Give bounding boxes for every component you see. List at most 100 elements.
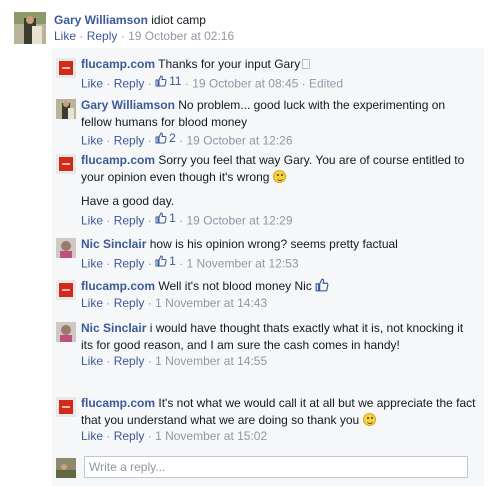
timestamp[interactable]: 1 November at 15:02 (155, 429, 267, 443)
reply-meta: Like · Reply · 2 · 19 October at 12:26 (81, 130, 477, 149)
reply-link[interactable]: Reply (114, 429, 145, 443)
reply-link[interactable]: Reply (114, 256, 145, 270)
timestamp[interactable]: 1 November at 14:43 (155, 296, 267, 310)
reply-link[interactable]: Reply (114, 213, 145, 227)
avatar[interactable] (56, 58, 76, 78)
edited-label[interactable]: Edited (309, 76, 343, 90)
avatar[interactable] (56, 280, 76, 300)
replies-section: flucamp.com Thanks for your input Gary L… (52, 48, 484, 486)
meta-separator: · (79, 29, 84, 43)
like-link[interactable]: Like (81, 256, 103, 270)
comment-author[interactable]: Gary Williamson (54, 13, 148, 27)
write-reply-row (56, 454, 480, 478)
meta-separator: · (184, 75, 189, 90)
meta-separator: · (147, 75, 152, 90)
reply-body: flucamp.com Well it's not blood money Ni… (81, 278, 477, 311)
meta-separator: · (179, 133, 184, 148)
reply-meta: Like · Reply · 1 November at 14:55 (81, 353, 477, 370)
like-count[interactable]: 11 (155, 73, 182, 90)
like-link[interactable]: Like (81, 133, 103, 147)
timestamp[interactable]: 1 November at 12:53 (186, 256, 298, 270)
reply-link[interactable]: Reply (114, 296, 145, 310)
like-count[interactable]: 1 (155, 253, 176, 270)
like-link[interactable]: Like (81, 76, 103, 90)
like-link[interactable]: Like (54, 29, 76, 43)
meta-separator: · (179, 255, 184, 270)
like-link[interactable]: Like (81, 213, 103, 227)
reply-text: Well it's not blood money Nic (158, 279, 312, 293)
timestamp[interactable]: 1 November at 14:55 (155, 354, 267, 368)
avatar[interactable] (56, 238, 76, 258)
like-count-value: 11 (169, 73, 182, 88)
reply-author[interactable]: Nic Sinclair (81, 237, 146, 251)
avatar[interactable] (56, 99, 76, 119)
thumbs-up-icon (315, 278, 329, 292)
avatar (56, 458, 76, 478)
reply-meta: Like · Reply · 11 · 19 October at 08:45 … (81, 73, 477, 92)
reply-body: Gary Williamson No problem... good luck … (81, 97, 477, 149)
reply-body: flucamp.com It's not what we would call … (81, 395, 477, 445)
meta-separator: · (147, 133, 152, 148)
reply-body: Nic Sinclair how is his opinion wrong? s… (81, 236, 477, 271)
reply-meta: Like · Reply · 1 November at 15:02 (81, 428, 477, 445)
avatar[interactable] (56, 397, 76, 417)
meta-separator: · (106, 255, 111, 270)
reply-author[interactable]: flucamp.com (81, 153, 155, 167)
thumbs-up-icon (155, 212, 167, 224)
timestamp[interactable]: 19 October at 12:29 (186, 213, 292, 227)
thumbs-up-icon (155, 132, 167, 144)
meta-separator: · (301, 75, 306, 90)
reply-link[interactable]: Reply (114, 133, 145, 147)
smiley-icon (362, 412, 376, 426)
like-count[interactable]: 2 (155, 130, 176, 147)
reply-text: Thanks for your input Gary (158, 57, 301, 71)
like-link[interactable]: Like (81, 429, 103, 443)
avatar[interactable] (56, 154, 76, 174)
reply-body: Nic Sinclair i would have thought thats … (81, 320, 477, 370)
smiley-icon (272, 169, 286, 183)
timestamp[interactable]: 19 October at 02:16 (128, 29, 234, 43)
reply-text-second: Have a good day. (81, 194, 175, 208)
comment-text: idiot camp (151, 13, 206, 27)
meta-separator: · (106, 75, 111, 90)
like-link[interactable]: Like (81, 296, 103, 310)
reply-author[interactable]: flucamp.com (81, 57, 155, 71)
like-count-value: 2 (169, 131, 176, 145)
reply-input[interactable] (84, 456, 468, 478)
meta-separator: · (147, 255, 152, 270)
comment-meta: Like · Reply · 19 October at 02:16 (54, 28, 474, 44)
reply-author[interactable]: flucamp.com (81, 279, 155, 293)
avatar[interactable] (14, 12, 46, 44)
thumbs-up-icon (155, 255, 167, 267)
reply-meta: Like · Reply · 1 November at 14:43 (81, 295, 477, 312)
reply-author[interactable]: Gary Williamson (81, 98, 175, 112)
meta-separator: · (120, 29, 125, 43)
meta-separator: · (147, 354, 152, 368)
meta-separator: · (147, 295, 152, 310)
reply-text: how is his opinion wrong? seems pretty f… (149, 237, 398, 251)
like-link[interactable]: Like (81, 354, 103, 368)
reply-meta: Like · Reply · 1 · 19 October at 12:29 (81, 210, 477, 229)
thumbs-up-icon (155, 75, 167, 87)
reply-link[interactable]: Reply (87, 29, 118, 43)
reply-author[interactable]: flucamp.com (81, 396, 155, 410)
meta-separator: · (147, 212, 152, 227)
timestamp[interactable]: 19 October at 12:26 (186, 133, 292, 147)
meta-separator: · (106, 429, 111, 443)
meta-separator: · (147, 429, 152, 443)
avatar[interactable] (56, 322, 76, 342)
reply-meta: Like · Reply · 1 · 1 November at 12:53 (81, 253, 477, 272)
meta-separator: · (106, 212, 111, 227)
emoji-icon (302, 59, 311, 69)
meta-separator: · (179, 212, 184, 227)
reply-body: flucamp.com Sorry you feel that way Gary… (81, 152, 477, 228)
reply-author[interactable]: Nic Sinclair (81, 321, 146, 335)
reply-link[interactable]: Reply (114, 76, 145, 90)
reply-body: flucamp.com Thanks for your input Gary L… (81, 56, 477, 91)
timestamp[interactable]: 19 October at 08:45 (192, 76, 298, 90)
like-count[interactable]: 1 (155, 210, 176, 227)
meta-separator: · (106, 133, 111, 148)
reply-link[interactable]: Reply (114, 354, 145, 368)
like-count-value: 1 (169, 210, 176, 225)
